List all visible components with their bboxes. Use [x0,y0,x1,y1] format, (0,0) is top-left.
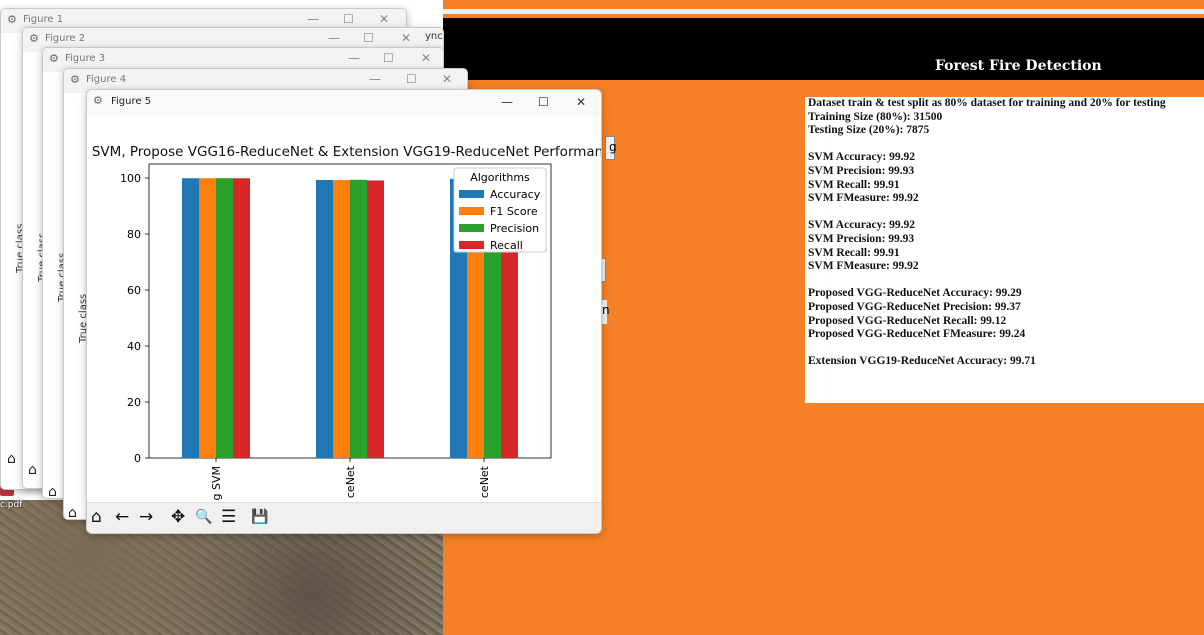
minimize-button[interactable]: — [307,12,319,26]
legend-label: Precision [490,222,539,235]
results-line: SVM Recall: 99.91 [808,178,900,191]
configure-subplots-icon[interactable]: ☰ [221,507,236,527]
home-icon[interactable]: ⌂ [28,462,37,478]
close-button[interactable]: ✕ [401,31,411,45]
close-button[interactable]: ✕ [421,51,431,65]
bar-recall [233,178,250,458]
y-tick-label: 80 [127,228,141,241]
legend-label: F1 Score [490,205,538,218]
zoom-icon[interactable]: 🔍 [195,507,212,527]
close-button[interactable]: ✕ [442,72,452,86]
legend-title: Algorithms [470,171,530,184]
results-line: SVM FMeasure: 99.92 [808,260,919,273]
results-line: Training Size (80%): 31500 [808,110,943,123]
app-header: Forest Fire Detection [443,18,1204,80]
bar-accuracy [182,178,199,458]
results-line [808,342,1204,356]
desktop-pdf-label[interactable]: c.pdf [0,500,22,510]
matplotlib-logo-icon: ⚙ [7,13,17,26]
x-tick-label: ceNet [478,465,491,498]
maximize-button[interactable]: ☐ [406,72,417,86]
results-line: SVM Accuracy: 99.92 [808,219,915,232]
close-button[interactable]: ✕ [379,12,389,26]
pan-icon[interactable]: ✥ [171,507,185,527]
results-line [808,274,1204,288]
forward-arrow-icon[interactable]: → [139,507,153,527]
results-line [808,206,1204,220]
matplotlib-logo-icon: ⚙ [49,52,59,65]
minimize-button[interactable]: — [348,51,360,65]
app-title: Forest Fire Detection [935,58,1102,74]
results-line: Proposed VGG-ReduceNet Precision: 99.37 [808,300,1021,313]
bar-f1-score [333,180,350,458]
results-line: SVM Precision: 99.93 [808,164,915,177]
legend-swatch [459,241,484,249]
matplotlib-logo-icon: ⚙ [70,73,80,86]
y-tick-label: 0 [134,452,141,465]
bar-recall [367,180,384,458]
results-line [808,138,1204,152]
results-line: Extension VGG19-ReduceNet Accuracy: 99.7… [808,355,1036,368]
results-line: Proposed VGG-ReduceNet Accuracy: 99.29 [808,287,1022,300]
partial-label-ync: ync [425,31,443,42]
home-icon[interactable]: ⌂ [7,451,16,467]
maximize-button[interactable]: ☐ [383,51,394,65]
results-line: SVM Precision: 99.93 [808,232,915,245]
results-textarea[interactable]: Dataset train & test split as 80% datase… [805,97,1204,403]
maximize-button[interactable]: ☐ [343,12,354,26]
figure-2-title: Figure 2 [45,33,86,44]
figure-5-window[interactable]: ⚙ Figure 5 — ☐ ✕ I g SVM, Propose VGG16-… [86,89,602,534]
bar-f1-score [199,178,216,458]
results-line: Proposed VGG-ReduceNet FMeasure: 99.24 [808,328,1026,341]
bar-precision [350,179,367,458]
minimize-button[interactable]: — [328,31,340,45]
matplotlib-toolbar: ⌂ ← → ✥ 🔍 ☰ 💾 [87,502,601,533]
results-line: Testing Size (20%): 7875 [808,124,930,137]
back-arrow-icon[interactable]: ← [115,507,129,527]
bar-accuracy [316,179,333,458]
figure-3-title: Figure 3 [65,53,106,64]
x-tick-label: g SVM [210,466,223,500]
figure-4-title: Figure 4 [86,74,127,85]
partial-button-1-label: g [609,140,617,154]
figure-1-title: Figure 1 [23,14,64,25]
y-tick-label: 100 [120,172,141,185]
home-icon[interactable]: ⌂ [91,507,102,527]
results-line: Dataset train & test split as 80% datase… [808,97,1166,109]
minimize-button[interactable]: — [369,72,381,86]
legend-swatch [459,207,484,215]
results-line: SVM Accuracy: 99.92 [808,151,915,164]
matplotlib-logo-icon: ⚙ [29,32,39,45]
results-line: SVM Recall: 99.91 [808,246,900,259]
results-line: SVM FMeasure: 99.92 [808,192,919,205]
legend-label: Accuracy [490,188,541,201]
y-tick-label: 60 [127,284,141,297]
y-tick-label: 20 [127,396,141,409]
legend-swatch [459,190,484,198]
y-tick-label: 40 [127,340,141,353]
legend-label: Recall [490,239,523,252]
x-tick-label: ceNet [344,465,357,498]
home-icon[interactable]: ⌂ [68,505,77,519]
bar-precision [216,178,233,459]
results-line: Proposed VGG-ReduceNet Recall: 99.12 [808,314,1007,327]
maximize-button[interactable]: ☐ [363,31,374,45]
performance-bar-chart: 0 20 40 60 80 100 g SVM ceNet ceNet Algorithms Acc… [120,163,552,500]
partial-button-1[interactable]: g [605,136,617,160]
legend-swatch [459,224,484,232]
partial-button-3-label: n [602,303,610,317]
home-icon[interactable]: ⌂ [48,484,57,498]
save-icon[interactable]: 💾 [251,507,268,527]
